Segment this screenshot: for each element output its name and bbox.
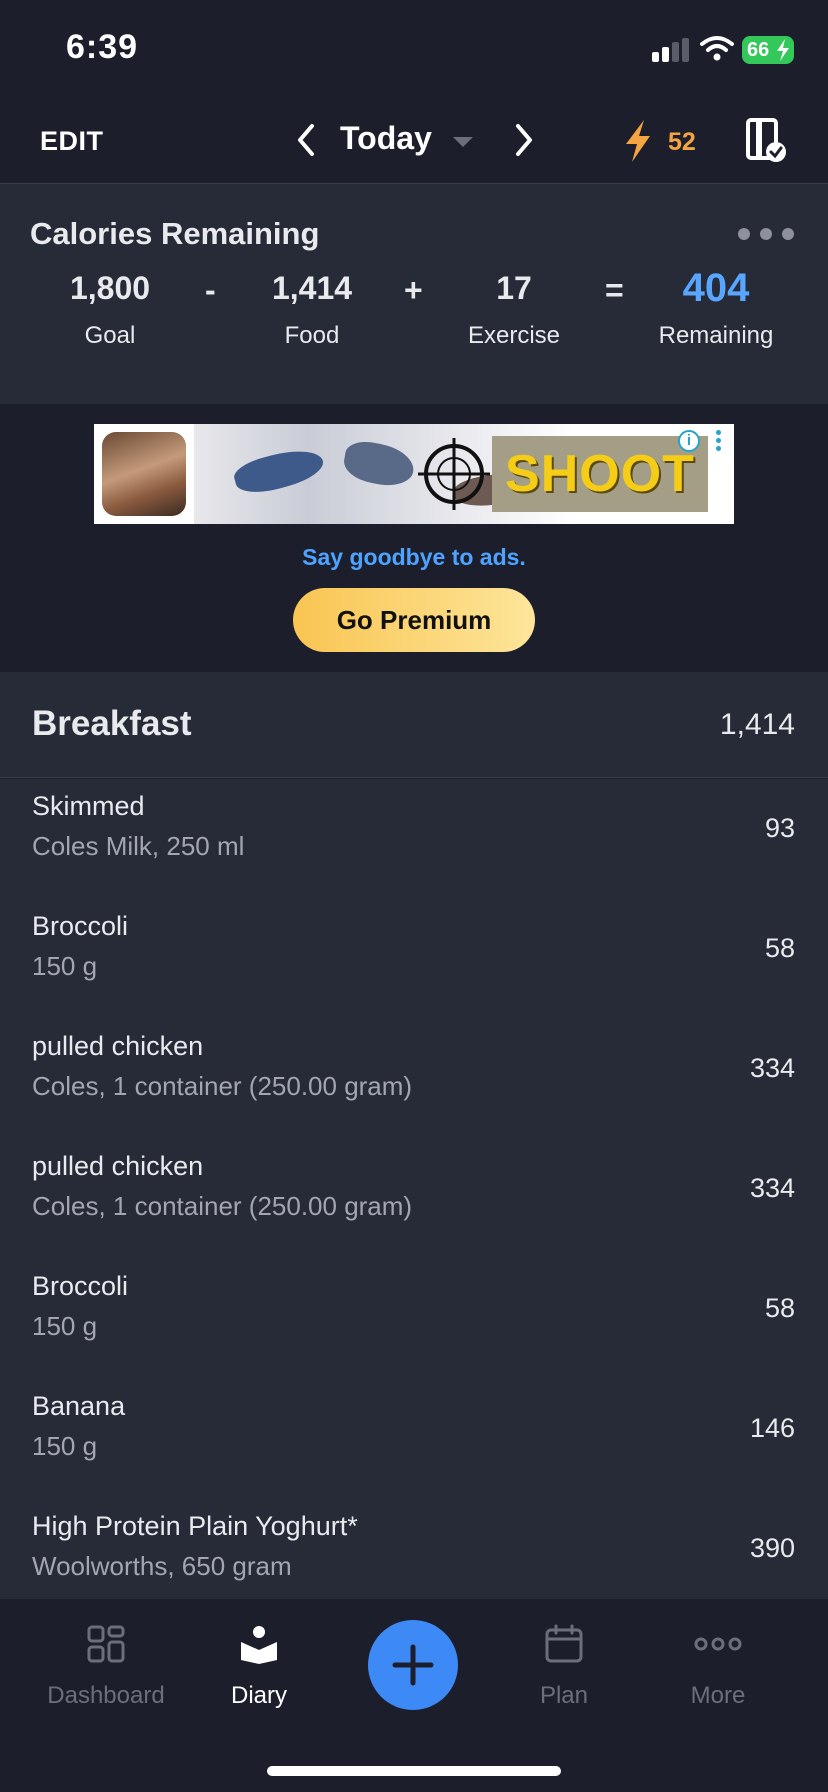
exercise-label: Exercise bbox=[467, 322, 561, 349]
food-value: 1,414 bbox=[271, 270, 353, 306]
remaining-column: 404 Remaining bbox=[636, 266, 796, 350]
food-calories: 93 bbox=[764, 813, 795, 843]
food-item[interactable]: High Protein Plain Yoghurt* Woolworths, … bbox=[0, 1499, 828, 1599]
ad-headline: SHOOT bbox=[492, 436, 708, 512]
food-detail: Woolworths, 650 gram bbox=[32, 1551, 292, 1581]
food-name: High Protein Plain Yoghurt* bbox=[32, 1511, 358, 1541]
food-list: Skimmed Coles Milk, 250 ml 93 Broccoli 1… bbox=[0, 779, 828, 1599]
food-item[interactable]: pulled chicken Coles, 1 container (250.0… bbox=[0, 1019, 828, 1139]
food-detail: Coles Milk, 250 ml bbox=[32, 831, 245, 861]
food-name: pulled chicken bbox=[32, 1151, 204, 1181]
food-item[interactable]: Banana 150 g 146 bbox=[0, 1379, 828, 1499]
food-calories: 334 bbox=[749, 1173, 795, 1203]
food-detail: 150 g bbox=[32, 951, 98, 981]
ad-area: SHOOT i Say goodbye to ads. Go Premium bbox=[0, 404, 828, 672]
food-item[interactable]: pulled chicken Coles, 1 container (250.0… bbox=[0, 1139, 828, 1259]
tab-dashboard[interactable]: Dashboard bbox=[26, 1624, 186, 1710]
info-icon[interactable]: i bbox=[678, 430, 700, 452]
ad-tagline[interactable]: Say goodbye to ads. bbox=[0, 544, 828, 571]
food-detail: Coles, 1 container (250.00 gram) bbox=[32, 1071, 413, 1101]
chevron-left-icon[interactable] bbox=[290, 120, 322, 160]
add-button[interactable] bbox=[368, 1620, 458, 1710]
crosshair-icon bbox=[418, 438, 490, 510]
food-name: Banana bbox=[32, 1391, 126, 1421]
edit-button[interactable]: EDIT bbox=[40, 126, 104, 157]
plus-icon bbox=[392, 1644, 434, 1686]
exercise-column: 17 Exercise bbox=[434, 266, 594, 350]
signal-icon bbox=[652, 38, 690, 62]
food-calories: 146 bbox=[749, 1413, 795, 1443]
tab-diary[interactable]: Diary bbox=[179, 1624, 339, 1710]
go-premium-button[interactable]: Go Premium bbox=[293, 588, 535, 652]
tab-more[interactable]: More bbox=[638, 1624, 798, 1710]
calories-title: Calories Remaining bbox=[30, 216, 320, 251]
kebab-icon[interactable] bbox=[716, 430, 722, 452]
home-indicator bbox=[267, 1766, 561, 1776]
tab-label: More bbox=[690, 1682, 746, 1709]
ad-banner[interactable]: SHOOT i bbox=[94, 424, 734, 524]
calories-remaining-card: Calories Remaining 1,800 Goal - 1,414 Fo… bbox=[0, 184, 828, 404]
tab-label: Plan bbox=[539, 1682, 589, 1709]
food-column: 1,414 Food bbox=[232, 266, 392, 350]
lightning-icon[interactable] bbox=[620, 118, 656, 164]
chevron-right-icon[interactable] bbox=[508, 120, 540, 160]
remaining-value: 404 bbox=[682, 266, 750, 310]
meal-header[interactable]: Breakfast 1,414 bbox=[0, 672, 828, 778]
diary-screen: 6:39 66 EDIT Today 52 Calories Remaining… bbox=[0, 0, 828, 1792]
caret-down-icon[interactable] bbox=[452, 136, 474, 148]
food-calories: 390 bbox=[749, 1533, 795, 1563]
food-name: pulled chicken bbox=[32, 1031, 204, 1061]
tab-label: Diary bbox=[230, 1682, 287, 1709]
goal-value: 1,800 bbox=[69, 270, 151, 306]
calendar-icon bbox=[545, 1624, 583, 1663]
log-complete-icon[interactable] bbox=[744, 116, 788, 164]
streak-count[interactable]: 52 bbox=[668, 128, 696, 157]
meal-total: 1,414 bbox=[719, 708, 795, 741]
food-name: Broccoli bbox=[32, 911, 129, 941]
food-detail: Coles, 1 container (250.00 gram) bbox=[32, 1191, 413, 1221]
plus-operator: + bbox=[404, 272, 423, 308]
food-detail: 150 g bbox=[32, 1431, 98, 1461]
food-item[interactable]: Broccoli 150 g 58 bbox=[0, 1259, 828, 1379]
tab-bar: Dashboard Diary Plan More bbox=[0, 1600, 828, 1792]
food-label: Food bbox=[284, 322, 340, 349]
diary-header: EDIT Today 52 bbox=[0, 100, 828, 184]
date-selector[interactable]: Today bbox=[340, 120, 432, 157]
more-dots-icon bbox=[694, 1637, 742, 1651]
food-item[interactable]: Skimmed Coles Milk, 250 ml 93 bbox=[0, 779, 828, 899]
goal-column: 1,800 Goal bbox=[30, 266, 190, 350]
more-dots-icon[interactable] bbox=[738, 228, 794, 242]
tab-plan[interactable]: Plan bbox=[484, 1624, 644, 1710]
food-calories: 58 bbox=[764, 933, 795, 963]
ad-game-avatar bbox=[102, 432, 186, 516]
remaining-label: Remaining bbox=[658, 322, 774, 349]
battery-icon: 66 bbox=[742, 36, 794, 64]
wifi-icon bbox=[700, 36, 734, 61]
status-time: 6:39 bbox=[66, 28, 139, 66]
food-name: Skimmed bbox=[32, 791, 145, 821]
equals-operator: = bbox=[605, 272, 624, 308]
battery-level: 66 bbox=[747, 38, 770, 61]
food-calories: 334 bbox=[749, 1053, 795, 1083]
meal-title: Breakfast bbox=[32, 704, 192, 743]
diary-book-icon bbox=[241, 1626, 277, 1664]
status-bar: 6:39 66 bbox=[0, 0, 828, 100]
exercise-value: 17 bbox=[496, 270, 532, 306]
minus-operator: - bbox=[205, 272, 216, 308]
food-name: Broccoli bbox=[32, 1271, 129, 1301]
charging-bolt-icon bbox=[777, 39, 789, 61]
goal-label: Goal bbox=[84, 322, 136, 349]
dashboard-grid-icon bbox=[87, 1625, 125, 1663]
food-item[interactable]: Broccoli 150 g 58 bbox=[0, 899, 828, 1019]
food-calories: 58 bbox=[764, 1293, 795, 1323]
food-detail: 150 g bbox=[32, 1311, 98, 1341]
tab-label: Dashboard bbox=[47, 1682, 165, 1709]
